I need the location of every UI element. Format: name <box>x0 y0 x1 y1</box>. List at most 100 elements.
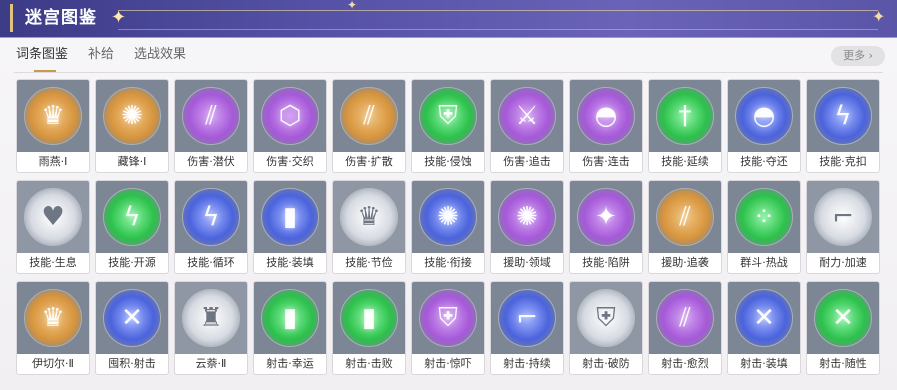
entry-card-art: ✕ <box>728 282 800 354</box>
entry-card-label: 云萘·Ⅱ <box>195 357 227 370</box>
blade-ring-icon: † <box>678 101 692 131</box>
entry-card[interactable]: ⚔ 伤害·追击 <box>491 80 563 172</box>
entry-card-art: ⛨ <box>412 282 484 354</box>
entry-card-art: ⌐ <box>807 181 879 253</box>
signal-tower-icon: ♜ <box>199 303 223 333</box>
entry-card-label: 伤害·交织 <box>266 155 314 168</box>
claw-slash-icon: ⫽ <box>679 302 691 333</box>
entry-card-label: 射击·装填 <box>740 357 788 370</box>
entry-card-label: 射击·击败 <box>345 357 393 370</box>
entry-card[interactable]: ✺ 藏锋·Ⅰ <box>96 80 168 172</box>
entry-card-label: 囤积·射击 <box>108 357 156 370</box>
entry-card-art: ♥ <box>17 181 89 253</box>
entry-card-art: ⬡ <box>254 80 326 152</box>
entry-card-label: 技能·延续 <box>661 155 709 168</box>
swirl-icon: ✺ <box>516 202 538 232</box>
entry-card[interactable]: ⛨ 射击·惊吓 <box>412 282 484 374</box>
entry-card[interactable]: ⫽ 射击·愈烈 <box>649 282 721 374</box>
entry-card[interactable]: ▮ 射击·击败 <box>333 282 405 374</box>
entry-card[interactable]: ◓ 技能·夺还 <box>728 80 800 172</box>
entry-card-art: ▮ <box>254 181 326 253</box>
helmet-icon: ◓ <box>752 101 776 131</box>
crown-sigil-icon: ♛ <box>357 202 381 232</box>
entry-card-art: ▮ <box>254 282 326 354</box>
entry-card-label: 射击·破防 <box>582 357 630 370</box>
entry-card[interactable]: ϟ 技能·循环 <box>175 181 247 273</box>
entry-card[interactable]: ✕ 射击·装填 <box>728 282 800 374</box>
entry-card-art: ◓ <box>728 80 800 152</box>
entry-card-art: ✺ <box>96 80 168 152</box>
entry-card-label: 技能·节俭 <box>345 256 393 269</box>
entry-card-label: 射击·随性 <box>819 357 867 370</box>
entry-card-label: 伊切尔·Ⅱ <box>32 357 74 370</box>
entry-card-label: 技能·陷阱 <box>582 256 630 269</box>
entry-card[interactable]: ⛨ 技能·侵蚀 <box>412 80 484 172</box>
helmet-icon: ◓ <box>594 101 618 131</box>
entry-card[interactable]: ♜ 云萘·Ⅱ <box>175 282 247 374</box>
entry-card[interactable]: ⬡ 伤害·交织 <box>254 80 326 172</box>
entry-card-art: ♜ <box>175 282 247 354</box>
entry-card-art: ✺ <box>491 181 563 253</box>
more-button[interactable]: 更多 › <box>831 46 885 66</box>
lightning-icon: ϟ <box>123 202 141 232</box>
page-title: 迷宫图鉴 <box>10 4 97 32</box>
entry-card[interactable]: ⁘ 群斗·热战 <box>728 181 800 273</box>
armor-icon: ⛨ <box>438 302 458 333</box>
entry-card-art: ⫽ <box>649 181 721 253</box>
entry-card[interactable]: ✕ 囤积·射击 <box>96 282 168 374</box>
entry-card[interactable]: ✺ 技能·衔接 <box>412 181 484 273</box>
entry-card[interactable]: ▮ 射击·幸运 <box>254 282 326 374</box>
star-ornament-icon: ✦ <box>347 0 358 12</box>
entry-card[interactable]: ϟ 技能·克扣 <box>807 80 879 172</box>
entry-card[interactable]: ♥ 技能·生息 <box>17 181 89 273</box>
entry-card-label: 伤害·追击 <box>503 155 551 168</box>
entry-card[interactable]: ◓ 伤害·连击 <box>570 80 642 172</box>
entry-card-art: ♛ <box>333 181 405 253</box>
boot-icon: ⌐ <box>832 202 854 232</box>
tab-supply[interactable]: 补给 <box>88 44 114 70</box>
entry-card[interactable]: ⫽ 援助·追袭 <box>649 181 721 273</box>
entry-card[interactable]: ♛ 技能·节俭 <box>333 181 405 273</box>
ammo-icon: ▮ <box>361 303 377 333</box>
entry-card-label: 射击·惊吓 <box>424 357 472 370</box>
entry-card[interactable]: ▮ 技能·装填 <box>254 181 326 273</box>
tab-entry-codex[interactable]: 词条图鉴 <box>16 44 68 72</box>
entry-card[interactable]: ⌐ 耐力·加速 <box>807 181 879 273</box>
entry-card-art: ♛ <box>17 80 89 152</box>
entry-card-art: ✕ <box>96 282 168 354</box>
entry-card-label: 群斗·热战 <box>740 256 788 269</box>
crossed-guns-icon: ✕ <box>753 303 775 333</box>
entry-card[interactable]: ⛨ 射击·破防 <box>570 282 642 374</box>
entry-card-label: 技能·衔接 <box>424 256 472 269</box>
claw-slash-icon: ⫽ <box>363 100 375 131</box>
entry-card-art: ♛ <box>17 282 89 354</box>
entry-card[interactable]: ✦ 技能·陷阱 <box>570 181 642 273</box>
entry-card-art: ⛨ <box>412 80 484 152</box>
entry-card-label: 射击·幸运 <box>266 357 314 370</box>
entry-card-label: 耐力·加速 <box>819 256 867 269</box>
entry-card-label: 技能·侵蚀 <box>424 155 472 168</box>
entry-card[interactable]: ✕ 射击·随性 <box>807 282 879 374</box>
tab-battle-effects[interactable]: 选战效果 <box>134 44 186 70</box>
entry-card-art: ϟ <box>96 181 168 253</box>
crown-sigil-icon: ♛ <box>41 101 65 131</box>
entry-card[interactable]: ⌐ 射击·持续 <box>491 282 563 374</box>
ammo-icon: ▮ <box>282 202 298 232</box>
ring-dots-icon: ⁘ <box>753 202 775 232</box>
cross-hex-icon: ⬡ <box>278 101 302 131</box>
entry-card[interactable]: ⫽ 伤害·潜伏 <box>175 80 247 172</box>
entry-card[interactable]: ✺ 援助·领域 <box>491 181 563 273</box>
ammo-icon: ▮ <box>282 303 298 333</box>
entry-card[interactable]: ⫽ 伤害·扩散 <box>333 80 405 172</box>
entry-card-label: 技能·克扣 <box>819 155 867 168</box>
entry-card-art: ▮ <box>333 282 405 354</box>
entry-card[interactable]: ♛ 雨燕·Ⅰ <box>17 80 89 172</box>
entry-card[interactable]: ♛ 伊切尔·Ⅱ <box>17 282 89 374</box>
swirl-icon: ✺ <box>121 101 143 131</box>
entry-card-label: 藏锋·Ⅰ <box>117 155 147 168</box>
entry-card[interactable]: † 技能·延续 <box>649 80 721 172</box>
entry-card[interactable]: ϟ 技能·开源 <box>96 181 168 273</box>
header-banner: 迷宫图鉴 ✦ ✦ ✦ <box>0 0 897 38</box>
claw-slash-icon: ⫽ <box>205 100 217 131</box>
entry-card-art: ✕ <box>807 282 879 354</box>
